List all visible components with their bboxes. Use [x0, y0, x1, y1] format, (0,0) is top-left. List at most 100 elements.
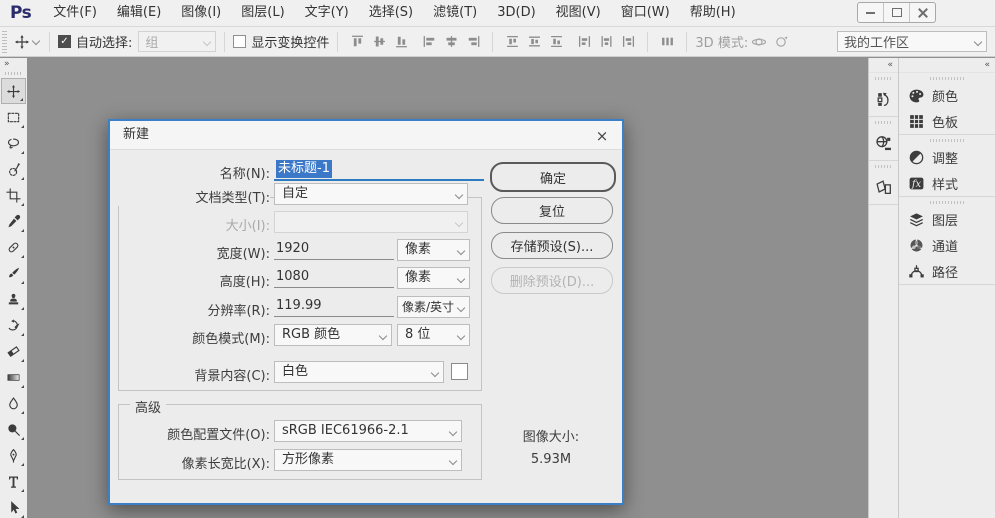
color-mode-dropdown[interactable]: RGB 颜色 — [274, 324, 392, 346]
3d-panel-button[interactable] — [869, 126, 898, 160]
rectangular-marquee-tool[interactable] — [1, 104, 26, 130]
3d-orbit-icon[interactable] — [748, 31, 770, 53]
notes-panel-button[interactable] — [869, 170, 898, 204]
chevron-down-icon[interactable] — [31, 36, 41, 45]
bit-depth-dropdown[interactable]: 8 位 — [397, 324, 470, 346]
blur-tool[interactable] — [1, 390, 26, 416]
doc-type-dropdown[interactable]: 自定 — [274, 183, 468, 205]
history-brush-tool[interactable] — [1, 312, 26, 338]
lasso-tool[interactable] — [1, 130, 26, 156]
maximize-button[interactable] — [883, 3, 909, 22]
pixel-aspect-dropdown[interactable]: 方形像素 — [274, 449, 462, 471]
menu-select[interactable]: 选择(S) — [359, 0, 423, 26]
distribute-bottom-edges-icon[interactable] — [545, 31, 567, 53]
menu-bar: Ps 文件(F) 编辑(E) 图像(I) 图层(L) 文字(Y) 选择(S) 滤… — [0, 0, 995, 27]
color-panel-button[interactable]: 颜色 — [899, 82, 995, 108]
distribute-horizontal-centers-icon[interactable] — [595, 31, 617, 53]
dialog-close-button[interactable]: × — [593, 127, 611, 145]
dock-collapse-button[interactable]: « — [869, 58, 898, 73]
workspace-dropdown[interactable]: 我的工作区 — [837, 31, 987, 52]
align-bottom-edges-icon[interactable] — [390, 31, 412, 53]
eraser-tool[interactable] — [1, 338, 26, 364]
options-bar-grip[interactable] — [2, 30, 7, 53]
ok-button[interactable]: 确定 — [490, 162, 616, 192]
type-tool[interactable] — [1, 468, 26, 494]
background-color-swatch[interactable] — [451, 363, 468, 380]
menu-filter[interactable]: 滤镜(T) — [423, 0, 487, 26]
distribute-top-edges-icon[interactable] — [501, 31, 523, 53]
dodge-tool[interactable] — [1, 416, 26, 442]
brush-tool[interactable] — [1, 260, 26, 286]
height-input[interactable]: 1080 — [274, 267, 394, 288]
move-tool[interactable] — [1, 78, 26, 104]
menu-layer[interactable]: 图层(L) — [231, 0, 294, 26]
menu-type[interactable]: 文字(Y) — [295, 0, 359, 26]
adjustments-panel-button[interactable]: 调整 — [899, 144, 995, 170]
channels-panel-button[interactable]: 通道 — [899, 232, 995, 258]
styles-panel-button[interactable]: fx 样式 — [899, 170, 995, 196]
color-profile-dropdown[interactable]: sRGB IEC61966-2.1 — [274, 420, 462, 442]
resolution-unit-dropdown[interactable]: 像素/英寸 — [397, 296, 470, 318]
advanced-label[interactable]: 高级 — [130, 397, 167, 416]
grip-dots[interactable] — [930, 201, 964, 204]
auto-select-scope-dropdown[interactable]: 组 — [138, 31, 217, 52]
name-input[interactable]: 未标题-1 — [274, 159, 484, 181]
menu-view[interactable]: 视图(V) — [546, 0, 611, 26]
resolution-input[interactable]: 119.99 — [274, 296, 394, 317]
show-transform-checkbox[interactable] — [233, 35, 247, 48]
toolbar-expand-button[interactable]: » — [0, 58, 27, 71]
distribute-left-edges-icon[interactable] — [573, 31, 595, 53]
align-horizontal-centers-icon[interactable] — [440, 31, 462, 53]
gradient-tool[interactable] — [1, 364, 26, 390]
resolution-label: 分辨率(R): — [207, 304, 270, 319]
crop-tool[interactable] — [1, 182, 26, 208]
delete-preset-button[interactable]: 删除预设(D)... — [491, 267, 613, 294]
eyedropper-tool[interactable] — [1, 208, 26, 234]
spot-healing-brush-tool[interactable] — [1, 234, 26, 260]
grip-dots[interactable] — [874, 165, 893, 168]
grip-dots[interactable] — [874, 121, 893, 124]
width-input[interactable]: 1920 — [274, 239, 394, 260]
doc-type-label: 文档类型(T): — [118, 187, 270, 206]
height-unit-dropdown[interactable]: 像素 — [397, 267, 470, 289]
path-selection-tool[interactable] — [1, 494, 26, 518]
auto-select-checkbox[interactable]: ✓ — [58, 35, 71, 48]
menu-window[interactable]: 窗口(W) — [611, 0, 680, 26]
close-button[interactable] — [909, 3, 935, 22]
clone-stamp-tool[interactable] — [1, 286, 26, 312]
distribute-right-edges-icon[interactable] — [617, 31, 639, 53]
maximize-icon — [891, 8, 902, 17]
quick-selection-tool[interactable] — [1, 156, 26, 182]
distribute-vertical-centers-icon[interactable] — [523, 31, 545, 53]
menu-image[interactable]: 图像(I) — [171, 0, 231, 26]
auto-select-label[interactable]: 自动选择: — [76, 32, 132, 51]
distribute-spacing-icon[interactable] — [656, 31, 678, 53]
move-tool-preset-icon[interactable] — [11, 31, 33, 53]
dock-collapse-button[interactable]: « — [899, 58, 995, 73]
width-unit-dropdown[interactable]: 像素 — [397, 239, 470, 261]
menu-edit[interactable]: 编辑(E) — [107, 0, 171, 26]
align-left-edges-icon[interactable] — [418, 31, 440, 53]
menu-file[interactable]: 文件(F) — [43, 0, 107, 26]
menu-help[interactable]: 帮助(H) — [680, 0, 746, 26]
size-dropdown[interactable] — [274, 211, 468, 233]
swatches-panel-button[interactable]: 色板 — [899, 108, 995, 134]
show-transform-label[interactable]: 显示变换控件 — [251, 32, 329, 51]
paths-panel-button[interactable]: 路径 — [899, 258, 995, 284]
menu-3d[interactable]: 3D(D) — [487, 0, 545, 26]
grip-dots[interactable] — [874, 77, 893, 80]
background-dropdown[interactable]: 白色 — [274, 361, 444, 383]
align-top-edges-icon[interactable] — [346, 31, 368, 53]
history-panel-button[interactable] — [869, 82, 898, 116]
3d-roll-icon[interactable] — [770, 31, 792, 53]
save-preset-button[interactable]: 存储预设(S)... — [491, 232, 613, 259]
grip-dots[interactable] — [930, 139, 964, 142]
minimize-button[interactable] — [858, 3, 883, 22]
toolbar-grip[interactable] — [5, 72, 22, 75]
grip-dots[interactable] — [930, 77, 964, 80]
align-right-edges-icon[interactable] — [462, 31, 484, 53]
pen-tool[interactable] — [1, 442, 26, 468]
align-vertical-centers-icon[interactable] — [368, 31, 390, 53]
reset-button[interactable]: 复位 — [491, 197, 613, 224]
layers-panel-button[interactable]: 图层 — [899, 206, 995, 232]
